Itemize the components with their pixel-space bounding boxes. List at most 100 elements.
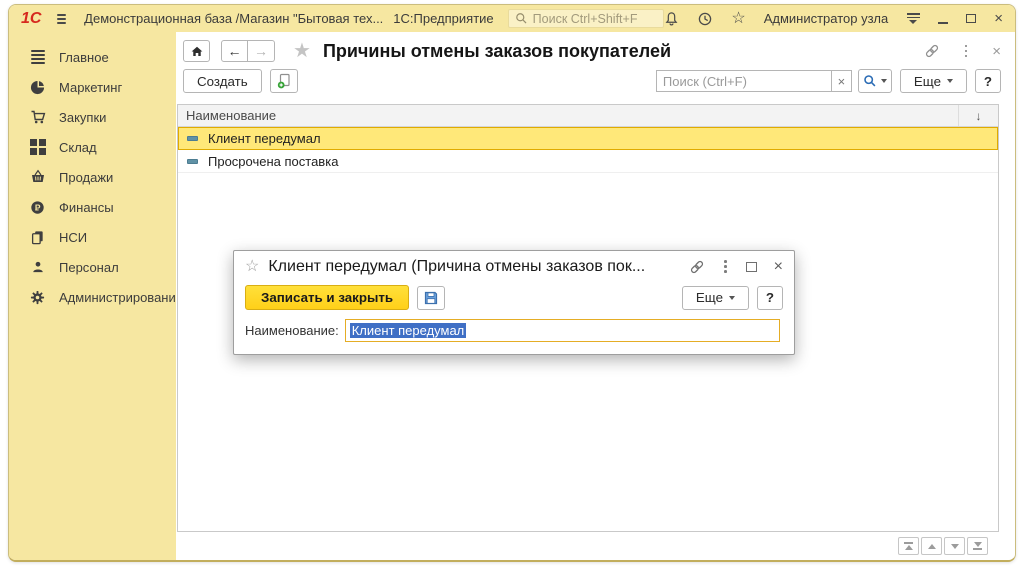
clear-search-button[interactable]: × xyxy=(832,70,852,92)
dialog-titlebar-icons: × xyxy=(689,258,783,275)
sidebar-item-nsi[interactable]: НСИ xyxy=(9,222,176,252)
sidebar-item-label: Администрирование xyxy=(59,290,183,305)
list-toolbar: Создать Поиск (Ctrl+F) xyxy=(176,66,1015,99)
help-button[interactable]: ? xyxy=(975,69,1001,93)
history-nav-group: ← → xyxy=(221,40,275,62)
sidebar-item-label: Главное xyxy=(59,50,109,65)
chevron-down-icon xyxy=(729,296,735,300)
service-menu-icon[interactable] xyxy=(906,13,920,24)
dialog-more-button[interactable]: Еще xyxy=(682,286,749,310)
sidebar-item-administration[interactable]: Администрирование xyxy=(9,282,176,312)
global-search-input[interactable]: Поиск Ctrl+Shift+F xyxy=(508,9,665,28)
dialog-more-label: Еще xyxy=(696,290,723,305)
form-more-icon[interactable] xyxy=(963,43,970,60)
basket-icon xyxy=(29,169,46,185)
save-and-close-button[interactable]: Записать и закрыть xyxy=(245,285,409,310)
list-form-header: ← → ★ Причины отмены заказов покупателей… xyxy=(176,32,1015,66)
name-field-label: Наименование: xyxy=(245,323,339,338)
sidebar-item-label: Закупки xyxy=(59,110,106,125)
row-name: Просрочена поставка xyxy=(208,154,338,169)
name-input-value: Клиент передумал xyxy=(350,323,467,338)
sidebar-item-purchases[interactable]: Закупки xyxy=(9,102,176,132)
create-by-copy-button[interactable] xyxy=(270,69,298,93)
list-search-placeholder: Поиск (Ctrl+F) xyxy=(663,74,747,89)
history-icon[interactable] xyxy=(697,11,713,27)
notifications-bell-icon[interactable] xyxy=(664,11,679,26)
chevron-down-icon xyxy=(881,79,887,83)
dialog-title: Клиент передумал (Причина отмены заказов… xyxy=(268,258,645,276)
get-link-icon[interactable] xyxy=(689,259,705,275)
page-title: Причины отмены заказов покупателей xyxy=(323,41,671,62)
name-input[interactable]: Клиент передумал xyxy=(345,319,780,342)
reference-books-icon xyxy=(29,230,46,245)
forward-button[interactable]: → xyxy=(248,40,275,62)
sidebar-item-warehouse[interactable]: Склад xyxy=(9,132,176,162)
table-row[interactable]: Клиент передумал xyxy=(178,127,998,150)
1c-logo: 1С xyxy=(21,10,41,28)
dialog-more-icon[interactable] xyxy=(722,258,729,275)
global-search-placeholder: Поиск Ctrl+Shift+F xyxy=(533,12,638,26)
save-button[interactable] xyxy=(417,286,445,310)
warehouse-grid-icon xyxy=(29,139,46,155)
table-column-header[interactable]: Наименование ↓ xyxy=(178,105,998,127)
copy-document-icon xyxy=(276,73,292,89)
sidebar-item-label: НСИ xyxy=(59,230,87,245)
list-search-input[interactable]: Поиск (Ctrl+F) xyxy=(656,70,832,92)
user-name[interactable]: Администратор узла xyxy=(764,11,889,26)
ruble-circle-icon: Р xyxy=(29,200,46,215)
more-button[interactable]: Еще xyxy=(900,69,967,93)
form-header-icons: × xyxy=(924,43,1001,60)
favorites-star-icon[interactable]: ☆ xyxy=(731,11,745,27)
back-button[interactable]: ← xyxy=(221,40,248,62)
sections-lines-icon xyxy=(29,50,46,64)
dialog-close-button[interactable]: × xyxy=(774,259,783,275)
sidebar-item-label: Склад xyxy=(59,140,97,155)
sidebar-item-main[interactable]: Главное xyxy=(9,42,176,72)
search-icon xyxy=(863,74,877,88)
home-button[interactable] xyxy=(183,40,210,62)
maximize-button[interactable] xyxy=(966,14,976,23)
database-title: Демонстрационная база /Магазин "Бытовая … xyxy=(84,11,383,26)
sidebar-item-label: Маркетинг xyxy=(59,80,122,95)
scroll-down-button[interactable] xyxy=(944,537,965,555)
more-button-label: Еще xyxy=(914,74,941,89)
close-button[interactable]: × xyxy=(994,11,1003,26)
topbar: 1С Демонстрационная база /Магазин "Бытов… xyxy=(9,5,1015,32)
help-button-label: ? xyxy=(984,74,992,89)
main-menu-icon[interactable] xyxy=(57,14,66,24)
item-dialog: ☆ Клиент передумал (Причина отмены заказ… xyxy=(233,250,795,355)
dialog-toolbar-right: Еще ? xyxy=(682,286,783,310)
dialog-help-button[interactable]: ? xyxy=(757,286,783,310)
app-name-label: 1С:Предприятие xyxy=(393,11,493,26)
star-outline-icon[interactable]: ☆ xyxy=(245,259,259,275)
minimize-button[interactable] xyxy=(938,12,948,26)
dialog-help-label: ? xyxy=(766,290,774,305)
person-icon xyxy=(29,260,46,274)
search-icon xyxy=(515,12,528,25)
column-header-label: Наименование xyxy=(186,108,276,123)
sort-indicator[interactable]: ↓ xyxy=(958,105,998,126)
get-link-icon[interactable] xyxy=(924,43,940,59)
sidebar-item-label: Финансы xyxy=(59,200,114,215)
dialog-form: Наименование: Клиент передумал xyxy=(234,316,794,354)
floppy-save-icon xyxy=(423,290,439,306)
cart-icon xyxy=(29,109,46,125)
sidebar-item-marketing[interactable]: Маркетинг xyxy=(9,72,176,102)
scroll-bottom-button[interactable] xyxy=(967,537,988,555)
sidebar-item-personnel[interactable]: Персонал xyxy=(9,252,176,282)
list-scroll-buttons xyxy=(898,537,988,555)
save-and-close-label: Записать и закрыть xyxy=(261,290,393,305)
add-to-favorites-star-icon[interactable]: ★ xyxy=(293,41,311,61)
dialog-maximize-button[interactable] xyxy=(746,262,757,272)
dialog-titlebar: ☆ Клиент передумал (Причина отмены заказ… xyxy=(234,251,794,282)
list-toolbar-right: Поиск (Ctrl+F) × Еще xyxy=(656,69,1001,93)
search-options-button[interactable] xyxy=(858,69,892,93)
sidebar-item-sales[interactable]: Продажи xyxy=(9,162,176,192)
chevron-down-icon xyxy=(947,79,953,83)
close-form-button[interactable]: × xyxy=(992,44,1001,59)
sidebar-item-finance[interactable]: Р Финансы xyxy=(9,192,176,222)
table-row[interactable]: Просрочена поставка xyxy=(178,150,998,173)
create-button[interactable]: Создать xyxy=(183,69,262,93)
scroll-up-button[interactable] xyxy=(921,537,942,555)
scroll-top-button[interactable] xyxy=(898,537,919,555)
